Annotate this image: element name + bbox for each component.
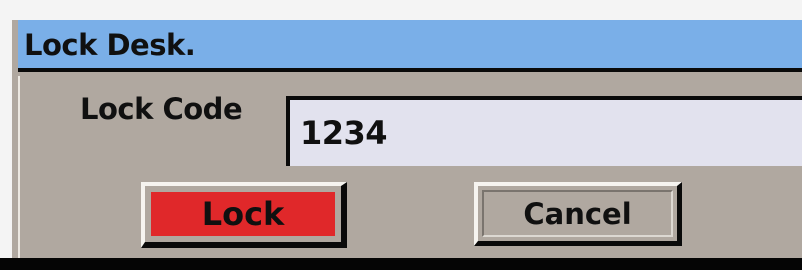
bottom-border xyxy=(0,258,802,270)
lock-code-input[interactable]: 1234 xyxy=(286,96,802,166)
screen: Lock Desk. Lock Code 1234 Lock Cancel xyxy=(0,0,802,270)
cancel-button[interactable]: Cancel xyxy=(474,182,682,246)
window-title: Lock Desk. xyxy=(24,28,196,62)
lock-button[interactable]: Lock xyxy=(141,182,347,248)
lock-button-label: Lock xyxy=(151,192,335,236)
title-bar[interactable]: Lock Desk. xyxy=(18,20,802,72)
lock-code-label: Lock Code xyxy=(80,92,243,126)
cancel-button-label: Cancel xyxy=(482,190,673,237)
